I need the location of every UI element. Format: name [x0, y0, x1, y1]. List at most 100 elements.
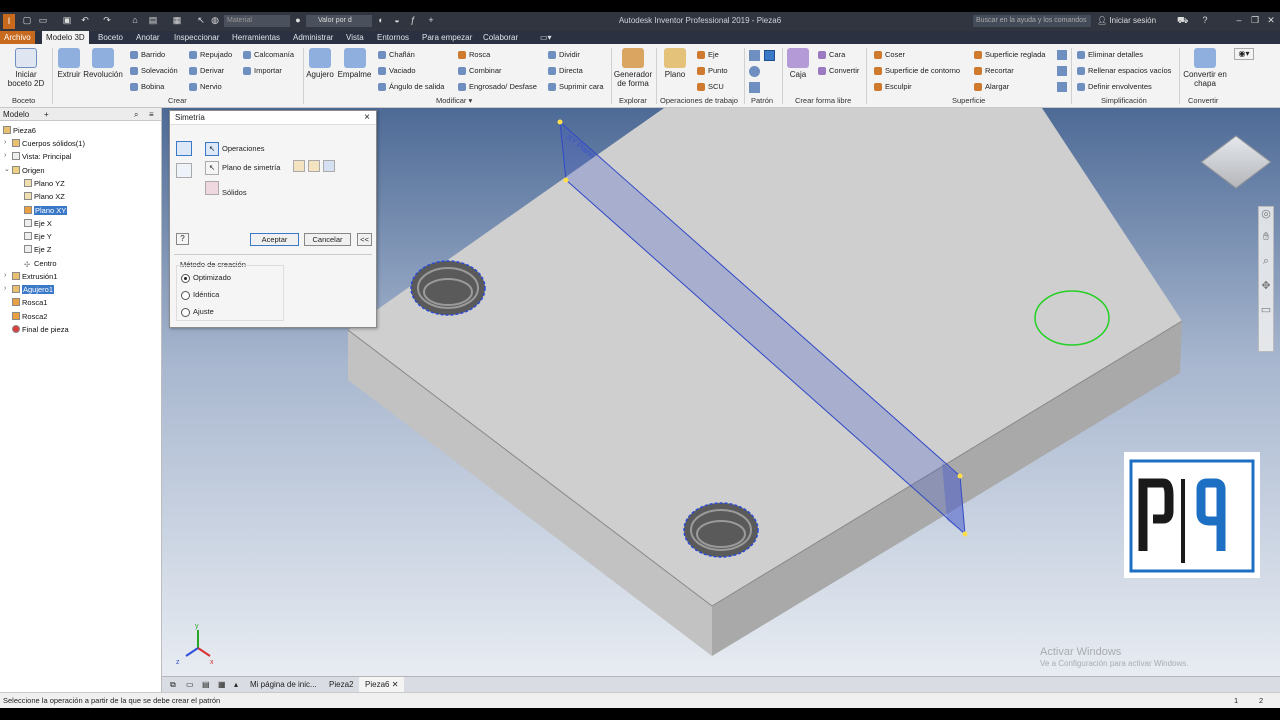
tab-entornos[interactable]: Entornos: [373, 31, 413, 44]
extend-button[interactable]: Alargar: [974, 82, 1009, 92]
add-icon[interactable]: +: [426, 15, 436, 25]
sweep-button[interactable]: Barrido: [130, 50, 165, 60]
collapse-options-button[interactable]: <<: [357, 233, 372, 246]
tab-para-empezar[interactable]: Para empezar: [418, 31, 476, 44]
tree-node-plane-xy[interactable]: Plano XY: [24, 205, 68, 217]
tree-node-end-of-part[interactable]: Final de pieza: [12, 324, 69, 336]
collapse-icon[interactable]: ⌄: [4, 165, 10, 173]
adjust-icon[interactable]: ◒: [392, 15, 402, 25]
tab-boceto[interactable]: Boceto: [94, 31, 127, 44]
menu-icon[interactable]: ≡: [149, 108, 154, 121]
tree-node-hole1[interactable]: Agujero1: [12, 284, 55, 296]
start-sketch-button[interactable]: Iniciar boceto 2D: [4, 48, 48, 88]
mirror-features-icon[interactable]: [176, 141, 192, 156]
fit-icon[interactable]: [1057, 82, 1067, 92]
tree-node-thread1[interactable]: Rosca1: [12, 297, 47, 309]
shape-generator-button[interactable]: Generador de forma: [613, 48, 653, 88]
search-icon[interactable]: ⌕: [134, 108, 138, 121]
box-button[interactable]: Caja: [786, 48, 810, 79]
thread-button[interactable]: Rosca: [458, 50, 490, 60]
tree-node-axis-z[interactable]: Eje Z: [24, 244, 52, 256]
app-logo-icon[interactable]: I: [3, 14, 15, 29]
signin-button[interactable]: 👤︎ Iniciar sesión: [1097, 16, 1156, 25]
home-icon[interactable]: ⌂: [130, 15, 140, 25]
features-selector[interactable]: ↖ Operaciones: [205, 141, 265, 156]
remove-details-button[interactable]: Eliminar detalles: [1077, 50, 1143, 60]
cancel-button[interactable]: Cancelar: [304, 233, 351, 246]
expand-icon[interactable]: ›: [4, 139, 6, 146]
menu-up-icon[interactable]: ▴: [228, 677, 244, 693]
derive-button[interactable]: Derivar: [189, 66, 224, 76]
fx-icon[interactable]: ƒ: [408, 15, 418, 25]
face-button[interactable]: Cara: [818, 50, 845, 60]
zoom-icon[interactable]: ⌕: [1259, 255, 1273, 279]
axis-button[interactable]: Eje: [697, 50, 719, 60]
doc-tab-pieza6[interactable]: Pieza6 ✕: [359, 677, 405, 693]
tab-vista[interactable]: Vista: [342, 31, 368, 44]
look-at-icon[interactable]: ▭: [1259, 303, 1273, 327]
repair-icon[interactable]: [1057, 66, 1067, 76]
select-icon[interactable]: ↖: [196, 15, 206, 25]
cart-icon[interactable]: ⛟: [1177, 15, 1188, 25]
help-icon[interactable]: ?: [1200, 15, 1210, 25]
plane-yz-icon[interactable]: [293, 160, 305, 172]
circular-pattern-icon[interactable]: [749, 66, 760, 77]
steering-wheel-icon[interactable]: ◎: [1259, 207, 1273, 231]
draft-button[interactable]: Ángulo de salida: [378, 82, 444, 92]
tab-herramientas[interactable]: Herramientas: [228, 31, 284, 44]
radio-adjust[interactable]: Ajuste: [181, 307, 214, 317]
accept-button[interactable]: Aceptar: [250, 233, 299, 246]
decal-button[interactable]: Calcomanía: [243, 50, 294, 60]
doc-tab-pieza2[interactable]: Pieza2: [323, 677, 359, 693]
plane-button[interactable]: Plano: [660, 48, 690, 79]
close-icon[interactable]: ✕: [392, 680, 399, 689]
coil-button[interactable]: Bobina: [130, 82, 164, 92]
tab-administrar[interactable]: Administrar: [289, 31, 337, 44]
tab-inspeccionar[interactable]: Inspeccionar: [170, 31, 223, 44]
mirror-plane-selector[interactable]: ↖ Plano de simetría: [205, 160, 280, 175]
tab-archivo[interactable]: Archivo: [0, 31, 35, 44]
rib-button[interactable]: Nervio: [189, 82, 222, 92]
save-icon[interactable]: ▣: [62, 15, 72, 25]
tree-node-plane-xz[interactable]: Plano XZ: [24, 191, 65, 203]
tree-node-plane-yz[interactable]: Plano YZ: [24, 178, 65, 190]
doc-tab-home[interactable]: Mi página de inic...: [244, 677, 323, 693]
solids-selector[interactable]: Sólidos: [205, 181, 247, 200]
appearance-icon[interactable]: ●: [293, 15, 303, 25]
group-label-modificar[interactable]: Modificar ▾: [436, 96, 472, 105]
point-button[interactable]: Punto: [697, 66, 728, 76]
ucs-button[interactable]: SCU: [697, 82, 724, 92]
shell-button[interactable]: Vaciado: [378, 66, 416, 76]
fill-voids-button[interactable]: Rellenar espacios vacíos: [1077, 66, 1171, 76]
tree-node-axis-y[interactable]: Eje Y: [24, 231, 52, 243]
revolve-button[interactable]: Revolución: [83, 48, 123, 79]
orbit-icon[interactable]: ✥: [1259, 279, 1273, 303]
tree-node-origin[interactable]: Origen: [12, 165, 45, 177]
open-folder-icon[interactable]: ▭: [38, 15, 48, 25]
replace-face-icon[interactable]: [1057, 50, 1067, 60]
tab-modelo-3d[interactable]: Modelo 3D: [42, 31, 89, 44]
new-file-icon[interactable]: ▢: [22, 15, 32, 25]
minimize-icon[interactable]: –: [1234, 15, 1244, 25]
close-icon[interactable]: ✕: [1266, 15, 1276, 25]
loft-button[interactable]: Solevación: [130, 66, 178, 76]
redo-icon[interactable]: ↷: [102, 15, 112, 25]
undo-icon[interactable]: ↶: [80, 15, 90, 25]
stitch-button[interactable]: Coser: [874, 50, 905, 60]
trim-button[interactable]: Recortar: [974, 66, 1014, 76]
patch-button[interactable]: Superficie de contorno: [874, 66, 960, 76]
direct-button[interactable]: Directa: [548, 66, 583, 76]
tree-node-solid-bodies[interactable]: Cuerpos sólidos(1): [12, 138, 85, 150]
close-icon[interactable]: ×: [364, 111, 370, 125]
print-icon[interactable]: ▤: [148, 15, 158, 25]
appearance-dropdown[interactable]: Valor por d: [306, 15, 372, 27]
combine-button[interactable]: Combinar: [458, 66, 502, 76]
define-envelopes-button[interactable]: Definir envolventes: [1077, 82, 1152, 92]
ruled-surface-button[interactable]: Superficie reglada: [974, 50, 1045, 60]
split-button[interactable]: Dividir: [548, 50, 580, 60]
expand-icon[interactable]: ›: [4, 272, 6, 279]
emboss-button[interactable]: Repujado: [189, 50, 232, 60]
ribbon-settings-icon[interactable]: ◉▾: [1234, 48, 1254, 60]
tree-node-center[interactable]: ✣ Centro: [24, 258, 57, 270]
import-button[interactable]: Importar: [243, 66, 282, 76]
